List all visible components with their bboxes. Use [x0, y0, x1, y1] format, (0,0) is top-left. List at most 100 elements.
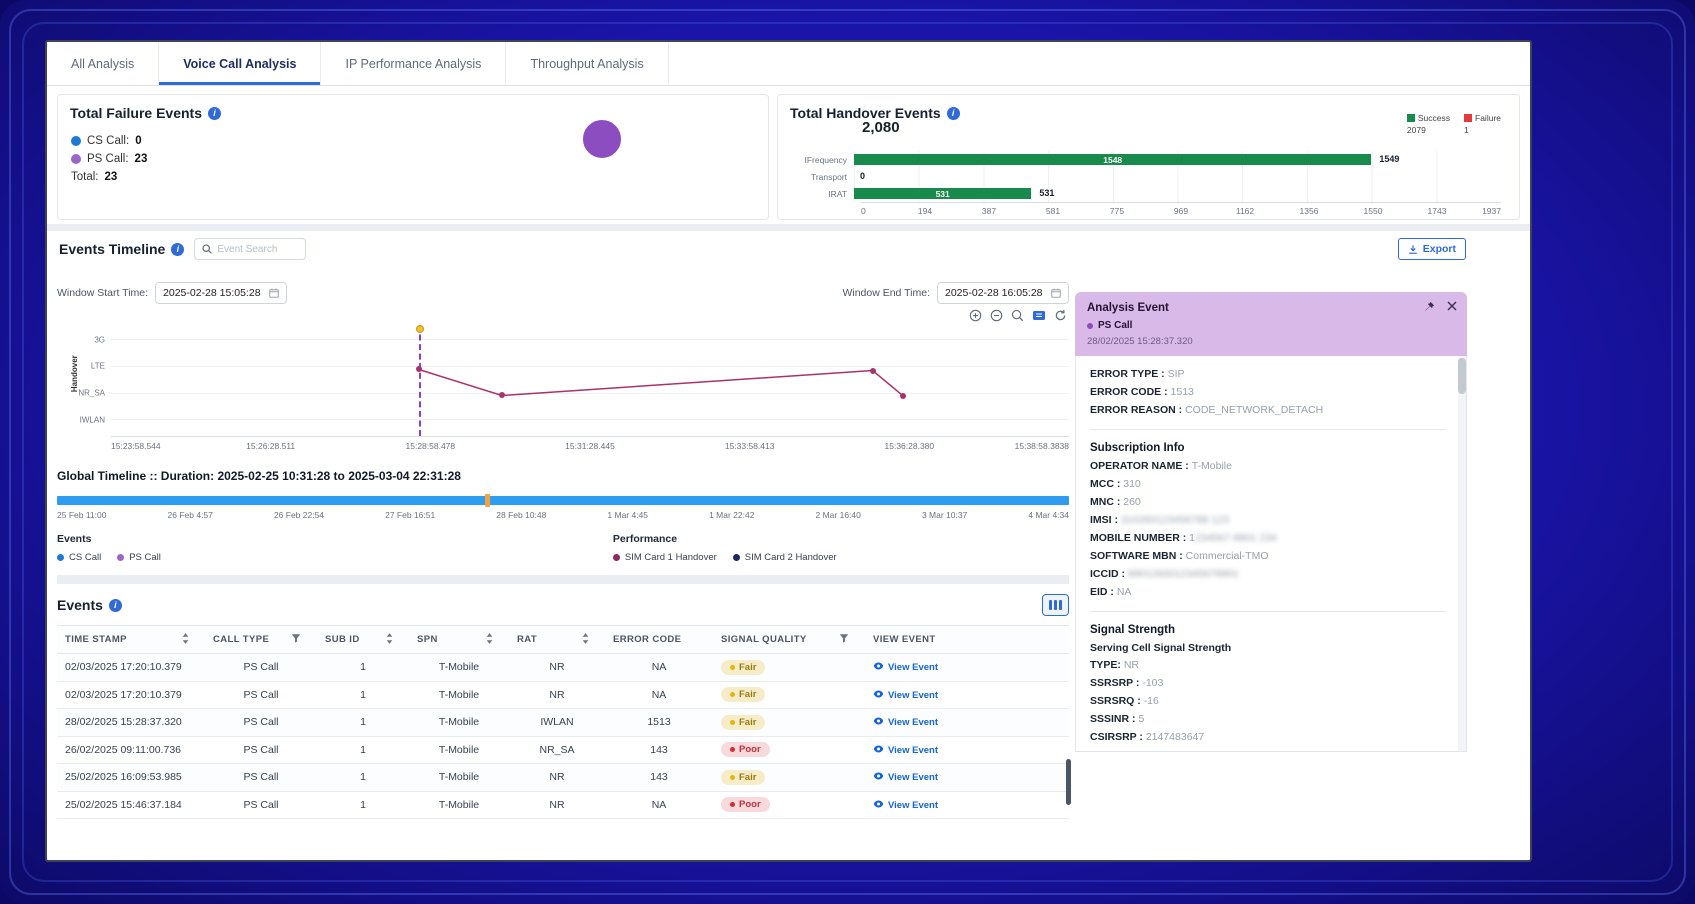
- signal-quality-badge: Poor: [721, 797, 770, 812]
- box-select-icon[interactable]: [1032, 309, 1046, 322]
- cell-sub-id: 1: [317, 771, 409, 783]
- field-value: SIP: [1168, 368, 1185, 380]
- view-event-link[interactable]: View Event: [873, 800, 938, 811]
- event-search-box[interactable]: [194, 238, 306, 260]
- cell-timestamp: 26/02/2025 09:11:00.736: [57, 744, 205, 756]
- export-button[interactable]: Export: [1398, 238, 1466, 260]
- zoom-out-icon[interactable]: [990, 309, 1003, 322]
- bar-x-axis: 019438758177596911621356155017431937: [861, 202, 1501, 217]
- cell-call-type: PS Call: [205, 689, 317, 701]
- legend-label: Failure: [1475, 113, 1501, 123]
- panel-scrollbar-track[interactable]: [1458, 356, 1466, 751]
- time-cursor-handle[interactable]: [416, 325, 424, 333]
- analysis-event-panel-body: ERROR TYPE : SIPERROR CODE : 1513ERROR R…: [1075, 356, 1467, 752]
- analysis-event-panel: Analysis Event PS Call 28/02/2025 15:28:…: [1075, 292, 1467, 752]
- filter-icon[interactable]: [839, 633, 849, 643]
- zoom-in-icon[interactable]: [969, 309, 982, 322]
- bar-category-label: IRAT: [790, 189, 854, 199]
- column-label: SIGNAL QUALITY: [721, 634, 807, 645]
- events-legend-title: Events: [57, 533, 161, 545]
- column-header-time-stamp[interactable]: TIME STAMP: [57, 633, 205, 647]
- global-tick: 1 Mar 22:42: [709, 510, 754, 520]
- legend-count: 2079: [1407, 125, 1450, 135]
- tab-all-analysis[interactable]: All Analysis: [47, 42, 159, 85]
- window-start-input[interactable]: 2025-02-28 15:05:28: [155, 282, 287, 304]
- close-icon[interactable]: [1447, 301, 1457, 311]
- subscription-info-header: Subscription Info: [1090, 442, 1446, 454]
- table-scrollbar[interactable]: [1066, 759, 1071, 805]
- sort-icon[interactable]: [486, 633, 493, 644]
- info-icon[interactable]: i: [947, 107, 960, 120]
- column-header-spn[interactable]: SPN: [409, 633, 509, 647]
- column-header-view-event[interactable]: VIEW EVENT: [865, 634, 1069, 645]
- download-icon: [1408, 244, 1418, 255]
- global-timeline-title: Global Timeline :: Duration: 2025-02-25 …: [57, 469, 1069, 483]
- timeline-column: Window Start Time: 2025-02-28 15:05:28 W…: [57, 268, 1069, 819]
- sort-icon[interactable]: [582, 633, 589, 644]
- x-tick: 387: [982, 206, 996, 216]
- global-tick: 28 Feb 10:48: [496, 510, 546, 520]
- field-label: CIRSRQ :: [1090, 749, 1140, 752]
- legend-label: PS Call: [129, 552, 161, 563]
- global-timeline-marker[interactable]: [485, 494, 490, 507]
- window-end-input[interactable]: 2025-02-28 16:05:28: [937, 282, 1069, 304]
- panel-field-ssrsrq-: SSRSRQ : -16: [1090, 695, 1446, 708]
- view-event-link[interactable]: View Event: [873, 745, 938, 756]
- sort-icon[interactable]: [386, 633, 393, 644]
- cell-rat: NR: [509, 689, 605, 701]
- cell-timestamp: 25/02/2025 15:46:37.184: [57, 799, 205, 811]
- x-tick: 1162: [1236, 206, 1254, 216]
- column-header-call-type[interactable]: CALL TYPE: [205, 633, 317, 646]
- divider: [1090, 611, 1446, 612]
- legend-label: CS Call: [69, 552, 101, 563]
- badge-label: Fair: [739, 662, 756, 673]
- window-start-label: Window Start Time:: [57, 287, 148, 299]
- column-header-rat[interactable]: RAT: [509, 633, 605, 647]
- column-header-signal-quality[interactable]: SIGNAL QUALITY: [713, 633, 865, 646]
- column-label: RAT: [517, 634, 537, 645]
- cell-call-type: PS Call: [205, 661, 317, 673]
- columns-selector-button[interactable]: [1042, 594, 1069, 616]
- cell-call-type: PS Call: [205, 744, 317, 756]
- filter-icon[interactable]: [291, 633, 301, 643]
- pin-icon[interactable]: [1424, 301, 1435, 312]
- data-point: [416, 366, 422, 372]
- column-label: CALL TYPE: [213, 634, 269, 645]
- x-tick: 775: [1110, 206, 1124, 216]
- info-icon[interactable]: i: [171, 243, 184, 256]
- view-event-link[interactable]: View Event: [873, 772, 938, 783]
- tab-voice-call-analysis[interactable]: Voice Call Analysis: [159, 42, 321, 85]
- cell-view-event: View Event: [865, 716, 1069, 728]
- eye-icon: [873, 690, 884, 698]
- info-icon[interactable]: i: [208, 107, 221, 120]
- event-search-input[interactable]: [217, 244, 297, 255]
- magnifier-icon[interactable]: [1011, 309, 1024, 322]
- panel-scrollbar-thumb[interactable]: [1458, 358, 1466, 394]
- bar-track: 0: [854, 168, 1501, 185]
- cell-spn: T-Mobile: [409, 771, 509, 783]
- failure-legend: CS Call: 0PS Call: 23Total: 23: [71, 135, 147, 189]
- tab-throughput-analysis[interactable]: Throughput Analysis: [506, 42, 668, 85]
- column-label: SUB ID: [325, 634, 360, 645]
- global-timeline-bar[interactable]: [57, 496, 1069, 505]
- table-row: 25/02/2025 15:46:37.184PS Call1T-MobileN…: [57, 792, 1069, 820]
- badge-label: Poor: [739, 744, 761, 755]
- info-icon[interactable]: i: [109, 599, 122, 612]
- view-event-label: View Event: [888, 745, 938, 756]
- view-event-link[interactable]: View Event: [873, 662, 938, 673]
- panel-field-sssinr-: SSSINR : 5: [1090, 713, 1446, 726]
- view-event-link[interactable]: View Event: [873, 690, 938, 701]
- sort-icon[interactable]: [182, 633, 189, 644]
- view-event-link[interactable]: View Event: [873, 717, 938, 728]
- field-value: NR: [1124, 659, 1139, 671]
- cell-sub-id: 1: [317, 661, 409, 673]
- reset-icon[interactable]: [1054, 309, 1067, 322]
- total-label: Total:: [71, 171, 99, 183]
- column-header-error-code[interactable]: ERROR CODE: [605, 634, 713, 645]
- time-cursor-line: [419, 325, 421, 436]
- tab-ip-performance-analysis[interactable]: IP Performance Analysis: [321, 42, 506, 85]
- column-header-sub-id[interactable]: SUB ID: [317, 633, 409, 647]
- field-value: T-Mobile: [1192, 460, 1232, 472]
- data-point: [900, 393, 906, 399]
- column-label: VIEW EVENT: [873, 634, 936, 645]
